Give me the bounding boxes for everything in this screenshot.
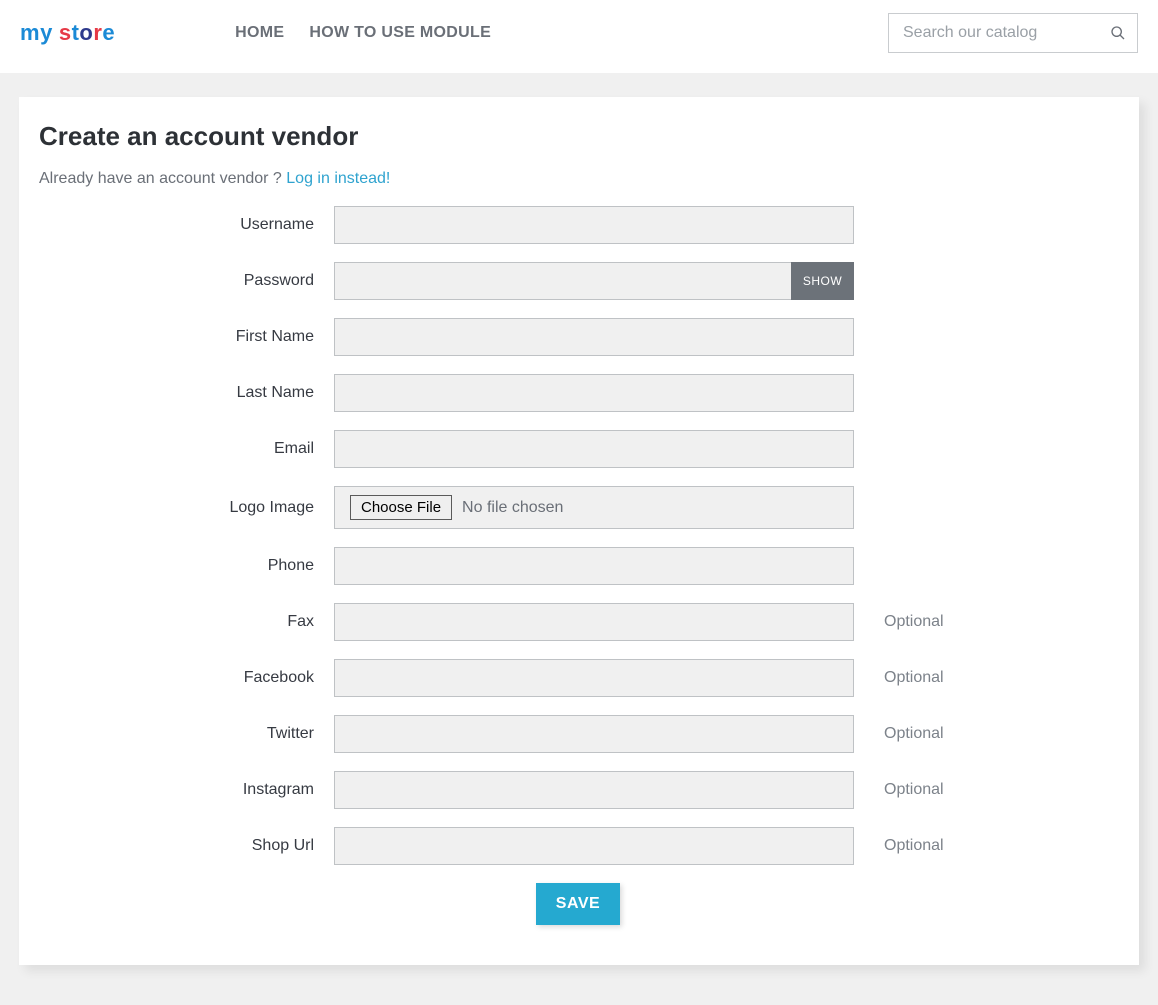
nav-how-to-use-module[interactable]: HOW TO USE MODULE [309, 24, 491, 42]
row-first-name: First Name [39, 318, 1117, 356]
file-picker[interactable]: Choose File No file chosen [334, 486, 854, 529]
label-phone: Phone [39, 557, 334, 575]
row-password: Password SHOW [39, 262, 1117, 300]
row-twitter: Twitter Optional [39, 715, 1117, 753]
username-field[interactable] [334, 206, 854, 244]
label-fax: Fax [39, 613, 334, 631]
last-name-field[interactable] [334, 374, 854, 412]
row-email: Email [39, 430, 1117, 468]
choose-file-button[interactable]: Choose File [350, 495, 452, 520]
row-facebook: Facebook Optional [39, 659, 1117, 697]
nav-home[interactable]: HOME [235, 24, 284, 42]
row-username: Username [39, 206, 1117, 244]
email-field[interactable] [334, 430, 854, 468]
hint-twitter: Optional [854, 725, 944, 743]
save-button[interactable]: SAVE [536, 883, 620, 925]
show-password-button[interactable]: SHOW [791, 262, 854, 300]
search-wrap [888, 13, 1138, 53]
row-fax: Fax Optional [39, 603, 1117, 641]
label-facebook: Facebook [39, 669, 334, 687]
vendor-form: Username Password SHOW First Name Last N… [39, 206, 1117, 925]
file-status: No file chosen [462, 499, 563, 517]
search-input[interactable] [888, 13, 1138, 53]
header: mystore HOME HOW TO USE MODULE [0, 0, 1158, 73]
password-field[interactable] [334, 262, 791, 300]
label-username: Username [39, 216, 334, 234]
row-shop-url: Shop Url Optional [39, 827, 1117, 865]
label-instagram: Instagram [39, 781, 334, 799]
logo[interactable]: mystore [20, 20, 115, 46]
fax-field[interactable] [334, 603, 854, 641]
hint-shop-url: Optional [854, 837, 944, 855]
already-text: Already have an account vendor ? [39, 170, 286, 187]
label-password: Password [39, 272, 334, 290]
login-prompt: Already have an account vendor ? Log in … [39, 170, 1117, 188]
page-background: Create an account vendor Already have an… [0, 73, 1158, 1005]
search-icon[interactable] [1110, 25, 1126, 41]
form-card: Create an account vendor Already have an… [19, 97, 1139, 965]
instagram-field[interactable] [334, 771, 854, 809]
phone-field[interactable] [334, 547, 854, 585]
hint-facebook: Optional [854, 669, 944, 687]
label-twitter: Twitter [39, 725, 334, 743]
main-nav: HOME HOW TO USE MODULE [235, 24, 491, 42]
row-logo-image: Logo Image Choose File No file chosen [39, 486, 1117, 529]
hint-fax: Optional [854, 613, 944, 631]
twitter-field[interactable] [334, 715, 854, 753]
login-link[interactable]: Log in instead! [286, 170, 390, 187]
row-instagram: Instagram Optional [39, 771, 1117, 809]
row-last-name: Last Name [39, 374, 1117, 412]
save-row: SAVE [39, 883, 1117, 925]
first-name-field[interactable] [334, 318, 854, 356]
facebook-field[interactable] [334, 659, 854, 697]
label-first-name: First Name [39, 328, 334, 346]
hint-instagram: Optional [854, 781, 944, 799]
row-phone: Phone [39, 547, 1117, 585]
label-last-name: Last Name [39, 384, 334, 402]
page-title: Create an account vendor [39, 121, 1117, 152]
label-email: Email [39, 440, 334, 458]
label-logo-image: Logo Image [39, 499, 334, 517]
shop-url-field[interactable] [334, 827, 854, 865]
label-shop-url: Shop Url [39, 837, 334, 855]
